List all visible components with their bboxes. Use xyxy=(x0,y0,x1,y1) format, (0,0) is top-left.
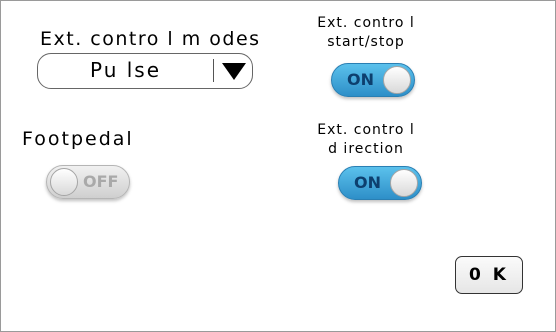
direction-toggle[interactable]: ON xyxy=(338,166,422,200)
start-stop-label-line1: Ext. contro l xyxy=(317,15,415,31)
dropdown-divider xyxy=(213,59,214,82)
ext-control-start-stop-label: Ext. contro l start/stop xyxy=(306,14,426,52)
direction-label-line1: Ext. contro l xyxy=(317,122,415,138)
triangle-down-icon[interactable] xyxy=(222,63,246,80)
start-stop-label-line2: start/stop xyxy=(327,34,405,50)
toggle-knob xyxy=(390,169,418,197)
toggle-state-text: ON xyxy=(347,70,374,89)
ext-control-modes-label: Ext. contro l m odes xyxy=(40,28,261,50)
footpedal-label: Footpedal xyxy=(22,128,134,150)
toggle-knob xyxy=(383,66,411,94)
direction-label-line2: d irection xyxy=(328,141,404,157)
toggle-state-text: OFF xyxy=(83,172,119,191)
ext-control-modes-dropdown[interactable]: Pu lse xyxy=(37,53,253,89)
ext-control-direction-label: Ext. contro l d irection xyxy=(306,121,426,159)
toggle-knob xyxy=(50,168,78,196)
dropdown-selected-value: Pu lse xyxy=(89,58,162,82)
toggle-state-text: ON xyxy=(354,173,381,192)
ok-button[interactable]: 0 K xyxy=(455,256,523,294)
footpedal-toggle[interactable]: OFF xyxy=(46,165,130,199)
start-stop-toggle[interactable]: ON xyxy=(331,63,415,97)
